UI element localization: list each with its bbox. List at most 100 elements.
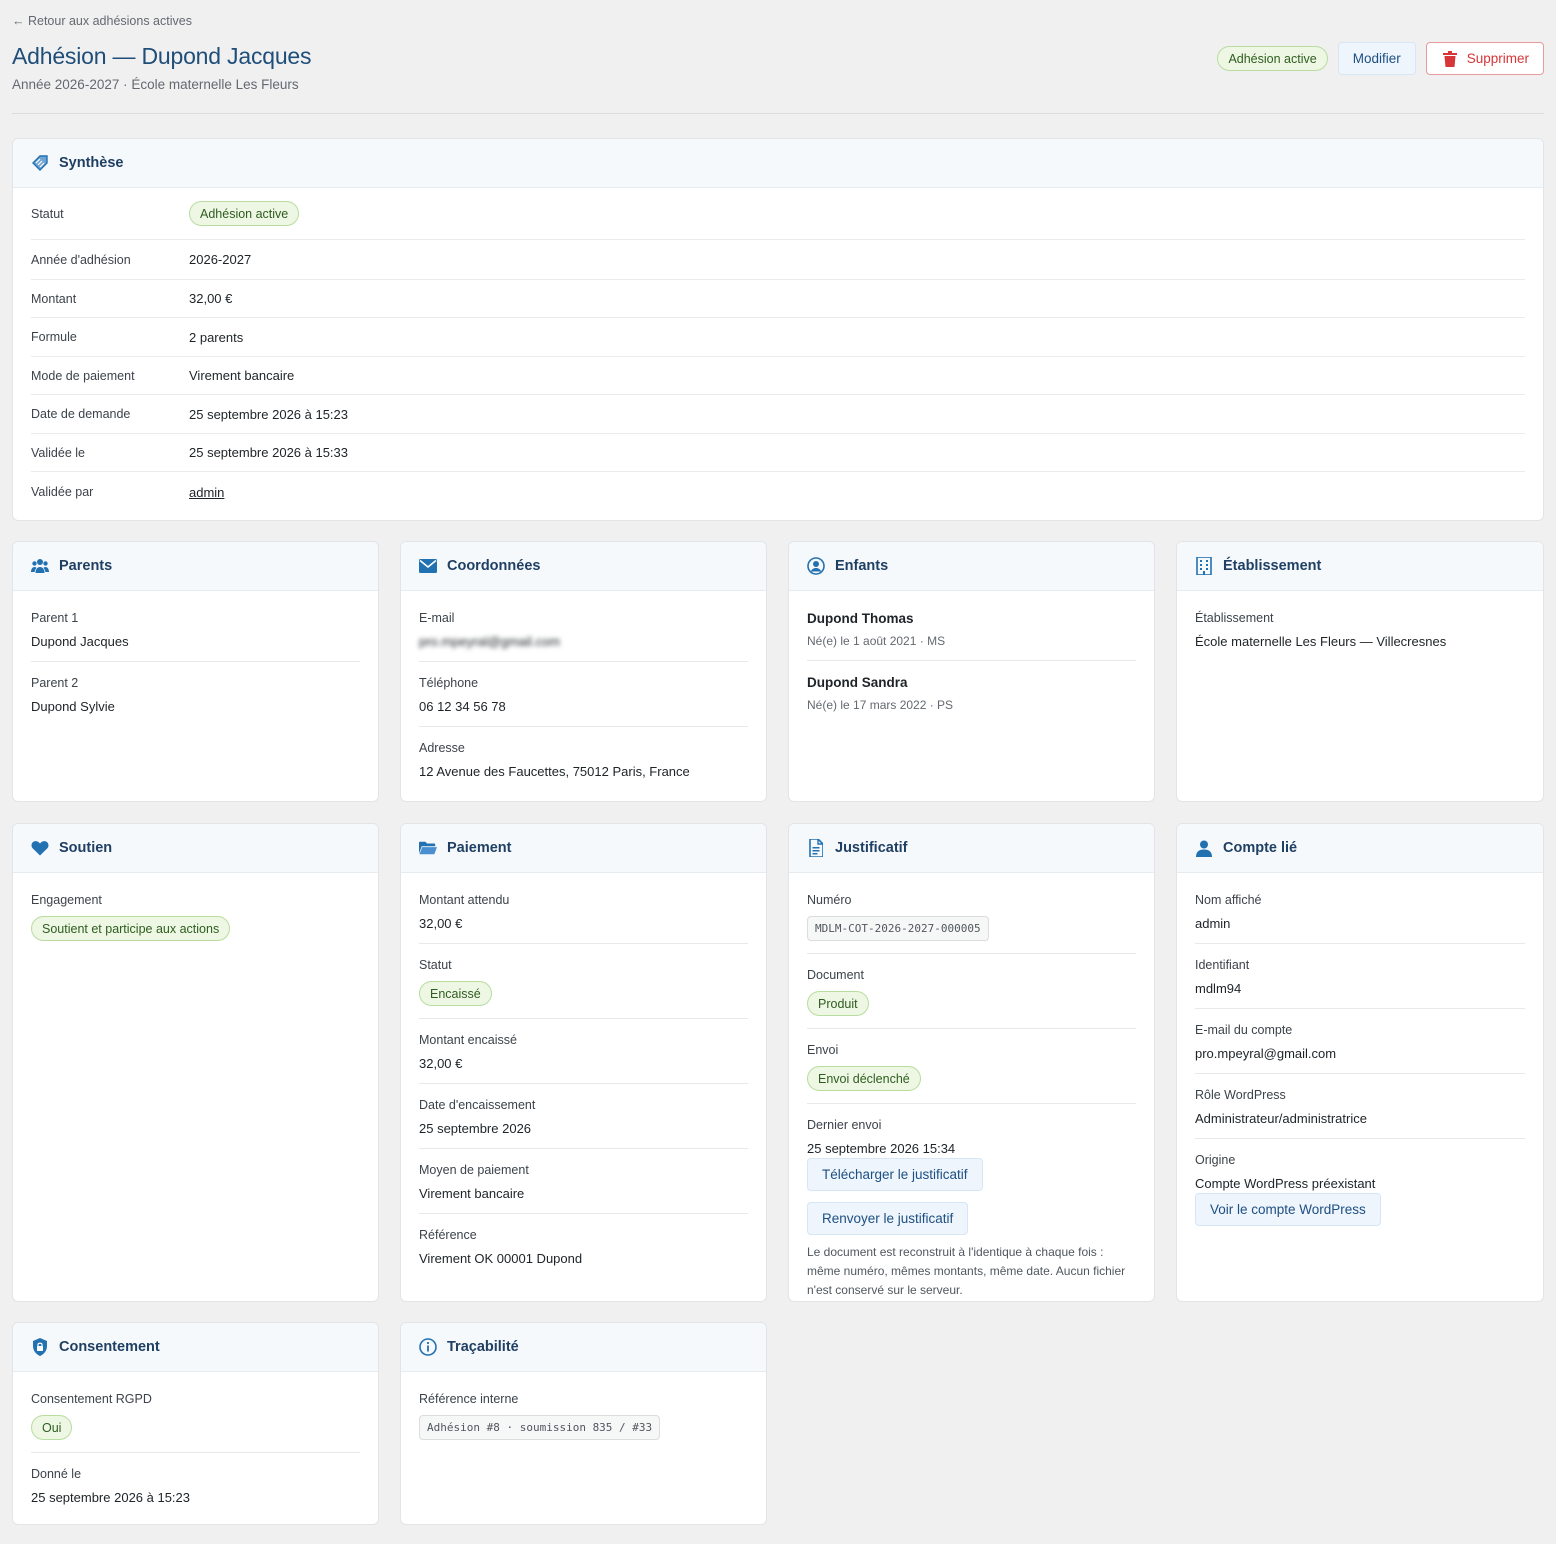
field-reference: Référence Virement OK 00001 Dupond <box>419 1214 748 1278</box>
delete-button[interactable]: Supprimer <box>1425 42 1544 75</box>
document-icon <box>807 839 825 857</box>
field-moyen-paiement: Moyen de paiement Virement bancaire <box>419 1149 748 1214</box>
field-value: Soutient et participe aux actions <box>31 916 360 941</box>
field-etablissement: Établissement École maternelle Les Fleur… <box>1195 591 1525 661</box>
delete-button-label: Supprimer <box>1466 51 1529 66</box>
card-header: Paiement <box>401 824 766 873</box>
child-item: Dupond Thomas Né(e) le 1 août 2021 · MS <box>807 591 1136 661</box>
field-label: Adresse <box>419 741 465 755</box>
field-label: Nom affiché <box>1195 893 1262 907</box>
card-title: Établissement <box>1223 558 1322 574</box>
etablissement-body: Établissement École maternelle Les Fleur… <box>1177 591 1543 661</box>
synthese-row-validee-par: Validée par admin <box>31 472 1525 512</box>
card-header: Parents <box>13 542 378 591</box>
field-numero: Numéro MDLM-COT-2026-2027-000005 <box>807 873 1136 954</box>
coordonnees-card: Coordonnées E-mail pro.mpeyral@gmail.com… <box>400 541 767 802</box>
row-value: 25 septembre 2026 à 15:33 <box>189 445 349 460</box>
synthese-table: Statut Adhésion active Année d'adhésion … <box>13 188 1543 512</box>
card-header: Enfants <box>789 542 1154 591</box>
user-icon <box>1195 839 1213 857</box>
validator-link[interactable]: admin <box>189 485 224 500</box>
field-value: Virement bancaire <box>419 1186 525 1201</box>
page-title: Adhésion — Dupond Jacques <box>12 43 312 69</box>
field-label: Rôle WordPress <box>1195 1088 1286 1102</box>
heart-icon <box>31 839 49 857</box>
field-value: admin <box>1195 916 1231 931</box>
synthese-row-date-demande: Date de demande 25 septembre 2026 à 15:2… <box>31 395 1525 434</box>
field-telephone: Téléphone 06 12 34 56 78 <box>419 662 748 727</box>
row-value: admin <box>189 485 224 500</box>
row-label: Statut <box>31 206 64 221</box>
field-dernier-envoi: Dernier envoi 25 septembre 2026 15:34 Té… <box>807 1104 1136 1301</box>
view-wordpress-account-button[interactable]: Voir le compte WordPress <box>1195 1193 1381 1226</box>
field-email-compte: E-mail du compte pro.mpeyral@gmail.com <box>1195 1009 1525 1074</box>
field-value: Dupond Sylvie <box>31 699 115 714</box>
payment-status-badge: Encaissé <box>419 981 492 1006</box>
parents-body: Parent 1 Dupond Jacques Parent 2 Dupond … <box>13 591 378 726</box>
row-label: Montant <box>31 291 77 306</box>
status-badge: Adhésion active <box>1217 46 1328 71</box>
consent-badge: Oui <box>31 1415 73 1440</box>
field-value: Dupond Jacques <box>31 634 129 649</box>
folder-icon <box>419 839 437 857</box>
tag-icon <box>31 154 49 172</box>
field-value: 25 septembre 2026 à 15:23 <box>31 1490 191 1505</box>
field-value: pro.mpeyral@gmail.com <box>419 634 561 649</box>
child-item: Dupond Sandra Né(e) le 17 mars 2022 · PS <box>807 661 1136 724</box>
field-value: Administrateur/administratrice <box>1195 1111 1367 1126</box>
field-nom-affiche: Nom affiché admin <box>1195 873 1525 944</box>
field-label: Statut <box>419 958 452 972</box>
download-justificatif-button[interactable]: Télécharger le justificatif <box>807 1158 983 1191</box>
view-account-button-label: Voir le compte WordPress <box>1210 1202 1366 1217</box>
card-title: Synthèse <box>59 155 124 171</box>
field-label: Date d'encaissement <box>419 1098 536 1112</box>
field-value: Adhésion #8 · soumission 835 / #33 <box>419 1415 748 1440</box>
edit-button[interactable]: Modifier <box>1337 42 1416 75</box>
row-value: 2 parents <box>189 329 244 345</box>
child-meta: Né(e) le 1 août 2021 · MS <box>807 634 946 648</box>
field-label: Donné le <box>31 1467 82 1481</box>
field-value: Compte WordPress préexistant <box>1195 1176 1376 1191</box>
field-consentement-rgpd: Consentement RGPD Oui <box>31 1372 360 1453</box>
resend-button-label: Renvoyer le justificatif <box>822 1211 954 1226</box>
field-label: E-mail du compte <box>1195 1023 1293 1037</box>
user-circle-icon <box>807 557 825 575</box>
field-role-wordpress: Rôle WordPress Administrateur/administra… <box>1195 1074 1525 1139</box>
card-header: Traçabilité <box>401 1323 766 1372</box>
field-email: E-mail pro.mpeyral@gmail.com <box>419 591 748 662</box>
enfants-card: Enfants Dupond Thomas Né(e) le 1 août 20… <box>788 541 1155 802</box>
card-header: Coordonnées <box>401 542 766 591</box>
child-name: Dupond Sandra <box>807 675 908 690</box>
row-label: Formule <box>31 330 77 344</box>
parents-card: Parents Parent 1 Dupond Jacques Parent 2… <box>12 541 379 802</box>
paiement-card: Paiement Montant attendu 32,00 € Statut … <box>400 823 767 1302</box>
header-actions: Adhésion active Modifier Supprimer <box>1217 42 1544 75</box>
back-link[interactable]: ← Retour aux adhésions actives <box>12 14 192 28</box>
row-value: Virement bancaire <box>189 368 295 383</box>
field-label: Montant encaissé <box>419 1033 517 1047</box>
field-value: Encaissé <box>419 981 748 1006</box>
field-statut-paiement: Statut Encaissé <box>419 944 748 1019</box>
synthese-row-formule: Formule 2 parents <box>31 318 1525 357</box>
download-button-label: Télécharger le justificatif <box>822 1167 968 1182</box>
card-title: Enfants <box>835 558 889 574</box>
field-montant-encaisse: Montant encaissé 32,00 € <box>419 1019 748 1084</box>
tracabilite-card: Traçabilité Référence interne Adhésion #… <box>400 1322 767 1525</box>
field-envoi: Envoi Envoi déclenché <box>807 1029 1136 1104</box>
card-title: Soutien <box>59 840 113 856</box>
field-label: Identifiant <box>1195 958 1250 972</box>
tracabilite-body: Référence interne Adhésion #8 · soumissi… <box>401 1372 766 1452</box>
field-reference-interne: Référence interne Adhésion #8 · soumissi… <box>419 1372 748 1452</box>
header-divider <box>12 113 1544 114</box>
status-badge: Adhésion active <box>189 201 300 226</box>
child-meta: Né(e) le 17 mars 2022 · PS <box>807 698 954 712</box>
coordonnees-body: E-mail pro.mpeyral@gmail.com Téléphone 0… <box>401 591 766 791</box>
field-adresse: Adresse 12 Avenue des Faucettes, 75012 P… <box>419 727 748 791</box>
field-value: 25 septembre 2026 15:34 <box>807 1141 956 1156</box>
field-label: Montant attendu <box>419 893 510 907</box>
soutien-card: Soutien Engagement Soutient et participe… <box>12 823 379 1302</box>
resend-justificatif-button[interactable]: Renvoyer le justificatif <box>807 1202 969 1235</box>
card-title: Compte lié <box>1223 840 1298 856</box>
synthese-card: Synthèse Statut Adhésion active Année d'… <box>12 138 1544 521</box>
field-value: mdlm94 <box>1195 981 1242 996</box>
